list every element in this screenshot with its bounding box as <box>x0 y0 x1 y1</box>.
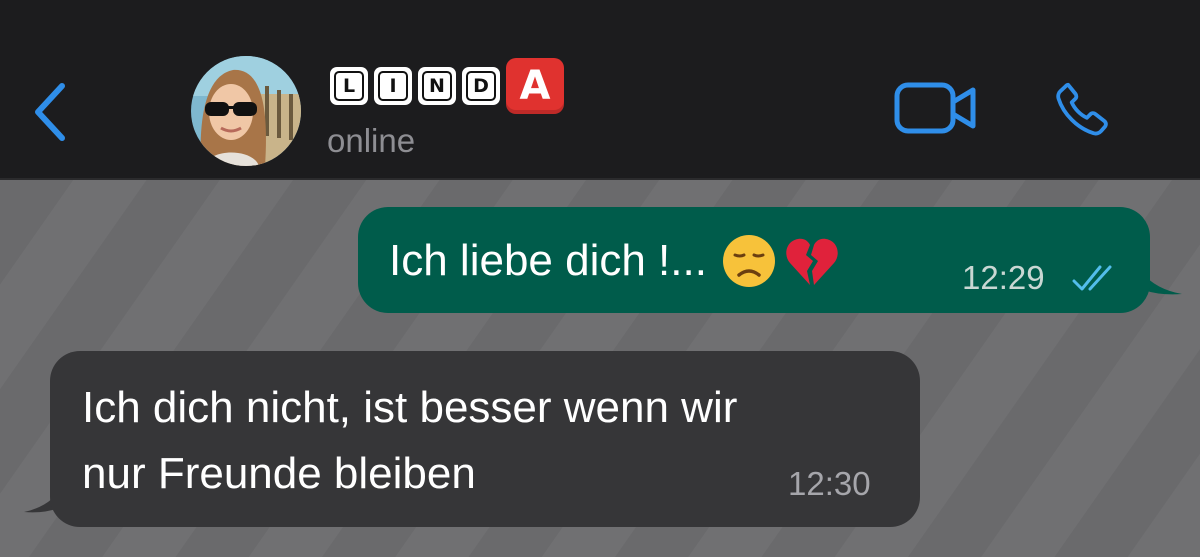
incoming-message-bubble[interactable]: Ich dich nicht, ist besser wenn wir nur … <box>50 351 920 527</box>
back-button[interactable] <box>20 72 80 152</box>
chevron-left-icon <box>35 83 65 141</box>
name-letter-tile: N <box>418 67 456 105</box>
broken-heart-emoji <box>786 238 838 285</box>
contact-status: online <box>327 122 416 159</box>
outgoing-message-bubble[interactable]: Ich liebe dich !... 12:29 <box>358 207 1150 313</box>
double-check-icon <box>1072 265 1112 291</box>
message-time: 12:30 <box>788 465 871 502</box>
message-time: 12:29 <box>962 259 1045 296</box>
disappointed-face-emoji <box>722 235 775 287</box>
contact-name[interactable]: L I N D A <box>330 58 564 114</box>
message-text: Ich liebe dich !... <box>389 233 841 289</box>
phone-icon <box>1056 82 1108 136</box>
name-letter-tile-red: A <box>506 58 564 114</box>
video-camera-icon <box>894 82 976 134</box>
name-letter-tile: I <box>374 67 412 105</box>
video-call-button[interactable] <box>893 80 979 136</box>
chat-header: L I N D A online <box>0 0 1200 180</box>
name-letter-tile: D <box>462 67 500 105</box>
message-text: Ich dich nicht, ist besser wenn wir nur … <box>82 383 738 498</box>
chat-area: Ich liebe dich !... 12:29 Ich dich nicht… <box>0 180 1200 557</box>
contact-avatar[interactable] <box>191 56 301 166</box>
voice-call-button[interactable] <box>1050 76 1116 142</box>
name-letter-tile: L <box>330 67 368 105</box>
